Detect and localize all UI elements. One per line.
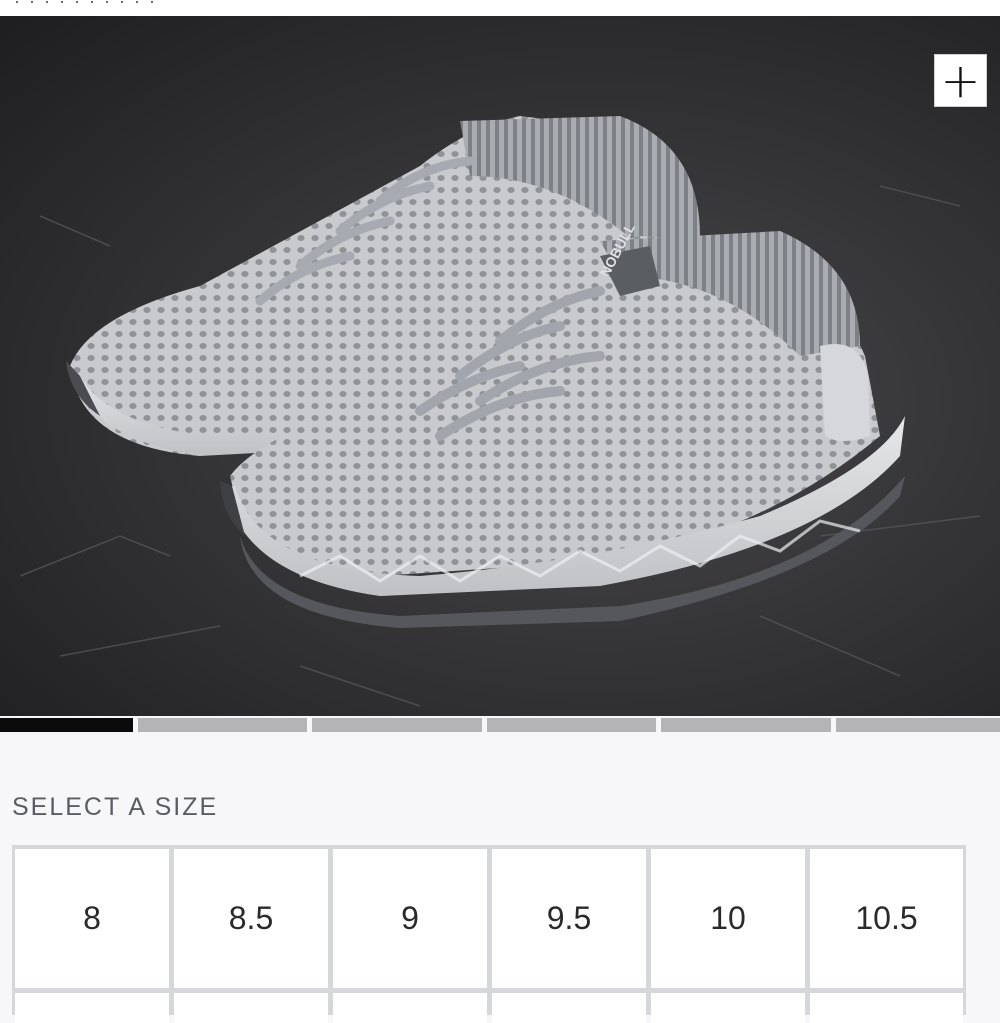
plus-icon: + <box>940 52 981 109</box>
gallery-progress-indicator <box>0 718 1000 732</box>
size-option-row-2[interactable] <box>333 993 487 1023</box>
progress-segment[interactable] <box>836 718 1000 732</box>
size-option-10-5[interactable]: 10.5 <box>810 849 963 988</box>
size-option-10[interactable]: 10 <box>651 849 805 988</box>
size-option-row-2[interactable] <box>492 993 646 1023</box>
size-option-row-2[interactable] <box>810 993 963 1023</box>
size-option-9-5[interactable]: 9.5 <box>492 849 646 988</box>
progress-segment[interactable] <box>138 718 307 732</box>
progress-segment-active[interactable] <box>0 718 133 732</box>
cut-off-text: · · · · · · · · · · <box>14 0 157 11</box>
size-grid: 8 8.5 9 9.5 10 10.5 <box>12 845 966 1023</box>
size-option-8[interactable]: 8 <box>15 849 169 988</box>
zoom-button[interactable]: + <box>934 54 987 107</box>
size-section-title: SELECT A SIZE <box>12 793 219 821</box>
progress-segment[interactable] <box>312 718 482 732</box>
size-option-9[interactable]: 9 <box>333 849 487 988</box>
product-image: NOBULL <box>19 116 981 707</box>
progress-segment[interactable] <box>661 718 831 732</box>
size-option-8-5[interactable]: 8.5 <box>174 849 328 988</box>
size-option-row-2[interactable] <box>15 993 169 1023</box>
previous-content-strip: · · · · · · · · · · <box>0 0 1000 16</box>
size-option-row-2[interactable] <box>651 993 805 1023</box>
product-image-gallery[interactable]: NOBULL + <box>0 16 1000 716</box>
progress-segment[interactable] <box>487 718 656 732</box>
size-option-row-2[interactable] <box>174 993 328 1023</box>
